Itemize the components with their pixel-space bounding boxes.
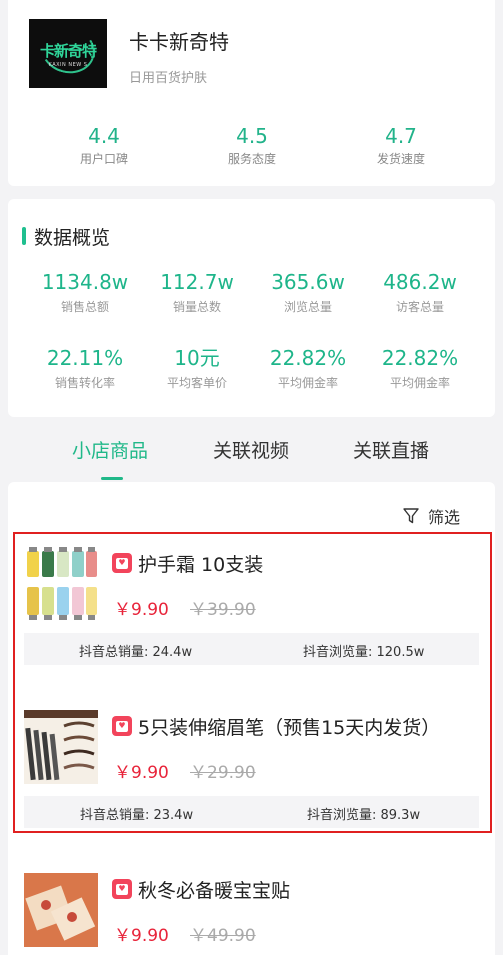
rating-label: 发货速度: [376, 152, 425, 166]
product-title[interactable]: 秋冬必备暖宝宝贴: [138, 876, 290, 903]
shop-logo[interactable]: 卡新奇特 KAXIN NEW S: [29, 19, 107, 88]
metric-label: 浏览总量: [283, 300, 332, 314]
metric-label: 销售总额: [60, 300, 109, 314]
product-thumbnail[interactable]: [24, 873, 98, 947]
metric-label: 销量总数: [172, 300, 221, 314]
filter-button[interactable]: 筛选: [402, 504, 460, 528]
rating-user-reputation: 4.4 用户口碑: [44, 124, 164, 167]
active-tab-indicator: [101, 477, 123, 480]
metric-value: 22.11%: [46, 346, 124, 370]
metric-value: 22.82%: [269, 346, 347, 370]
metric-avg-commission-rate: 22.82% 平均佣金率: [364, 346, 476, 391]
product-price: ￥9.90: [114, 926, 169, 946]
tab-related-live[interactable]: 关联直播: [353, 436, 429, 463]
rating-label: 服务态度: [227, 152, 276, 166]
metric-label: 销售转化率: [54, 376, 115, 390]
metric-value: 365.6w: [271, 270, 345, 294]
metric-label: 访客总量: [395, 300, 444, 314]
metric-conversion-rate: 22.11% 销售转化率: [29, 346, 141, 391]
rating-label: 用户口碑: [79, 152, 128, 166]
rating-value: 4.4: [88, 124, 120, 148]
metric-label: 平均佣金率: [389, 376, 450, 390]
metric-total-volume: 112.7w 销量总数: [141, 270, 253, 315]
metric-total-visitors: 486.2w 访客总量: [364, 270, 476, 315]
metric-value: 112.7w: [160, 270, 234, 294]
filter-icon: [403, 508, 419, 524]
shop-info-card: 卡新奇特 KAXIN NEW S 卡卡新奇特 日用百货护肤 4.4 用户口碑 4…: [8, 0, 495, 186]
metric-value: 10元: [174, 346, 220, 370]
metric-label: 平均客单价: [166, 376, 227, 390]
rating-shipping-speed: 4.7 发货速度: [341, 124, 461, 167]
metric-value: 486.2w: [383, 270, 457, 294]
metric-value: 22.82%: [381, 346, 459, 370]
tab-related-videos[interactable]: 关联视频: [213, 436, 289, 463]
product-item[interactable]: ♥ 秋冬必备暖宝宝贴 ￥9.90 ￥49.90: [20, 873, 483, 955]
shop-name: 卡卡新奇特: [129, 30, 229, 54]
shop-bag-icon: ♥: [112, 879, 132, 899]
metric-value: 1134.8w: [41, 270, 129, 294]
warmer-patch-image: [24, 873, 98, 947]
rating-value: 4.5: [236, 124, 268, 148]
metric-total-sales: 1134.8w 销售总额: [29, 270, 141, 315]
content-tabs: 小店商品 关联视频 关联直播: [0, 430, 503, 482]
selection-highlight-box: [13, 532, 492, 833]
rating-service-attitude: 4.5 服务态度: [192, 124, 312, 167]
product-original-price: ￥49.90: [190, 926, 256, 946]
logo-subtext: KAXIN NEW S: [48, 61, 88, 68]
section-title-text: 数据概览: [34, 226, 111, 249]
metric-label: 平均佣金率: [277, 376, 338, 390]
tab-shop-products[interactable]: 小店商品: [72, 436, 148, 463]
shop-category: 日用百货护肤: [129, 71, 208, 86]
metric-avg-commission-rate: 22.82% 平均佣金率: [252, 346, 364, 391]
metric-total-views: 365.6w 浏览总量: [252, 270, 364, 315]
filter-label: 筛选: [427, 508, 460, 527]
logo-text: 卡新奇特: [39, 41, 97, 60]
rating-value: 4.7: [385, 124, 417, 148]
metric-avg-order-price: 10元 平均客单价: [141, 346, 253, 391]
section-title-bar: [22, 227, 26, 245]
section-title: 数据概览: [22, 224, 111, 249]
